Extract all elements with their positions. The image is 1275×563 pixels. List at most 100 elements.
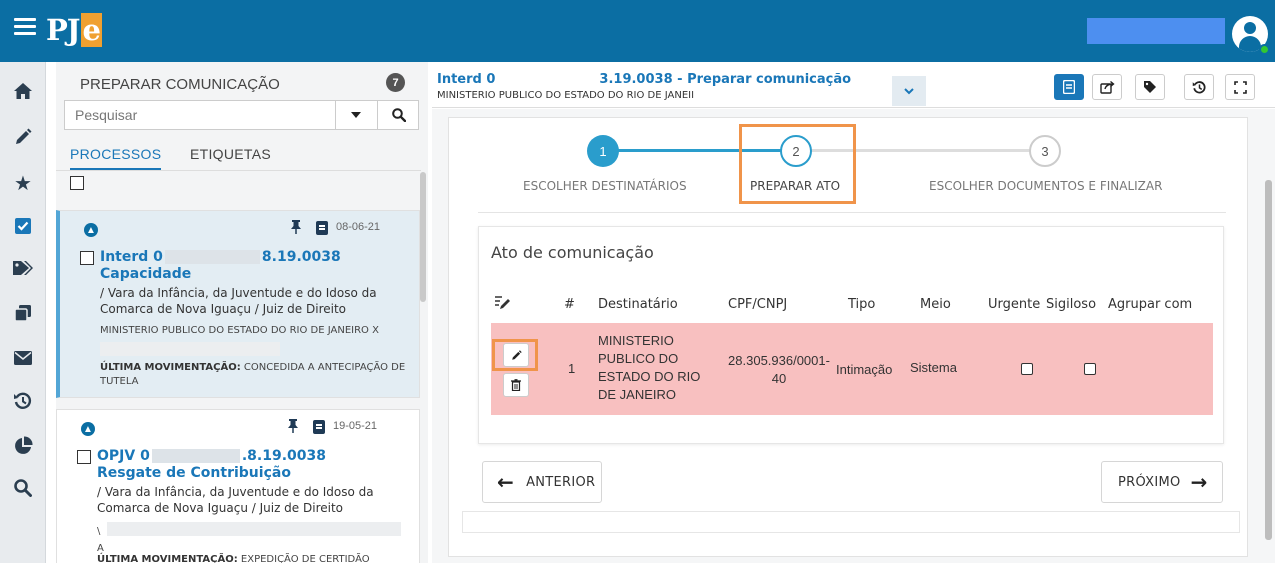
process-orgao: / Vara da Infância, da Juventude e do Id…	[97, 485, 374, 515]
process-header: Interd 0 3.19.0038 - Preparar comunicação…	[432, 62, 1275, 108]
pin-icon[interactable]	[287, 419, 299, 436]
process-number[interactable]: OPJV 0.8.19.0038	[97, 448, 326, 464]
tags-icon[interactable]	[12, 257, 34, 279]
pencil-icon[interactable]	[12, 126, 34, 148]
arrow-right-icon: →	[1190, 470, 1208, 494]
search-icon[interactable]	[12, 477, 34, 499]
col-tipo: Tipo	[848, 297, 876, 312]
row-tipo: Intimação	[836, 362, 893, 377]
search-bar	[64, 100, 419, 130]
chevron-down-icon	[904, 87, 914, 94]
process-class[interactable]: Resgate de Contribuição	[97, 465, 291, 481]
online-status-indicator	[1259, 44, 1270, 55]
card-date: 08-06-21	[336, 221, 381, 233]
process-number[interactable]: Interd 0 8.19.0038	[100, 249, 341, 265]
arrow-up-icon[interactable]: ▲	[84, 223, 98, 237]
tab-etiquetas[interactable]: ETIQUETAS	[190, 146, 271, 162]
col-sigiloso: Sigiloso	[1046, 297, 1097, 312]
process-list-panel: PREPARAR COMUNICAÇÃO 7 PROCESSOS ETIQUET…	[56, 62, 428, 563]
autos-button[interactable]	[1054, 74, 1084, 100]
search-filter-dropdown[interactable]	[335, 101, 375, 129]
document-icon[interactable]	[316, 221, 328, 235]
arrow-up-icon[interactable]: ▲	[81, 422, 95, 436]
hamburger-menu-icon[interactable]	[14, 18, 36, 36]
tag-icon	[1144, 81, 1156, 93]
redacted-line	[100, 342, 280, 356]
tag-button[interactable]	[1135, 74, 1165, 100]
process-card[interactable]: ▲ 19-05-21 OPJV 0.8.19.0038 Resgate de C…	[56, 409, 420, 563]
user-name-redacted[interactable]	[1087, 18, 1225, 44]
process-parties: MINISTERIO PUBLICO DO ESTADO DO RIO DE J…	[100, 325, 379, 336]
row-meio: Sistema	[910, 360, 957, 375]
document-icon	[1063, 80, 1075, 94]
panel-title: PREPARAR COMUNICAÇÃO	[80, 76, 280, 93]
history-icon[interactable]	[12, 390, 34, 412]
left-icon-rail: ★	[0, 62, 46, 563]
share-icon	[1099, 80, 1115, 94]
table-row: 1 MINISTERIO PUBLICO DO ESTADO DO RIO DE…	[491, 323, 1213, 415]
row-number: 1	[568, 361, 576, 376]
redacted-line	[107, 522, 401, 536]
fullscreen-button[interactable]	[1225, 74, 1255, 100]
checkbox-icon[interactable]	[12, 215, 34, 237]
history-button[interactable]	[1184, 74, 1214, 100]
process-orgao: / Vara da Infância, da Juventude e do Id…	[100, 286, 377, 316]
top-bar: PJ e	[0, 0, 1275, 62]
caret-down-icon	[350, 112, 361, 118]
copy-icon[interactable]	[12, 302, 34, 324]
process-title: Interd 0 3.19.0038 - Preparar comunicação	[437, 72, 852, 87]
process-class[interactable]: Capacidade	[100, 266, 191, 282]
tab-divider	[56, 170, 421, 171]
trash-icon	[511, 379, 521, 391]
last-movement: ÚLTIMA MOVIMENTAÇÃO: CONCEDIDA A ANTECIP…	[100, 362, 406, 387]
select-all-checkbox[interactable]	[70, 176, 84, 190]
row-cpf-cnpj: 28.305.936/0001- 40	[728, 353, 830, 386]
step-1-label: ESCOLHER DESTINATÁRIOS	[523, 179, 687, 193]
edit-button-highlight	[492, 339, 538, 371]
search-input[interactable]	[65, 101, 333, 129]
row-destinatario: MINISTERIO PUBLICO DO ESTADO DO RIO DE J…	[598, 333, 701, 402]
edit-column-icon	[494, 295, 512, 315]
ato-card: Ato de comunicação # Destinatário CPF/CN…	[478, 226, 1224, 444]
current-step-highlight	[739, 124, 856, 204]
col-agrupar: Agrupar com	[1108, 297, 1193, 312]
tab-processos[interactable]: PROCESSOS	[70, 146, 162, 170]
process-card[interactable]: ▲ 08-06-21 Interd 0 8.19.0038 Capacidade …	[56, 210, 420, 398]
search-button[interactable]	[377, 101, 419, 129]
process-details-toggle[interactable]	[892, 76, 926, 106]
count-badge: 7	[386, 73, 405, 92]
search-icon	[391, 108, 406, 122]
panel-footer	[462, 511, 1240, 533]
col-number: #	[564, 297, 575, 312]
sigiloso-checkbox[interactable]	[1084, 363, 1096, 375]
card-checkbox[interactable]	[77, 450, 91, 464]
next-button[interactable]: PRÓXIMO →	[1101, 461, 1223, 503]
step-3-circle[interactable]: 3	[1029, 135, 1061, 167]
process-subtitle: MINISTERIO PUBLICO DO ESTADO DO RIO DE J…	[437, 90, 695, 101]
star-icon[interactable]: ★	[12, 172, 34, 195]
delete-button[interactable]	[503, 373, 529, 397]
pin-icon[interactable]	[290, 220, 302, 237]
card-checkbox[interactable]	[80, 251, 94, 265]
col-meio: Meio	[920, 297, 951, 312]
col-destinatario: Destinatário	[598, 297, 678, 312]
last-movement: ÚLTIMA MOVIMENTAÇÃO: EXPEDIÇÃO DE CERTID…	[97, 554, 370, 563]
list-scrollbar[interactable]	[420, 172, 426, 302]
expand-icon	[1233, 80, 1247, 94]
step-1-circle[interactable]: 1	[587, 135, 619, 167]
home-icon[interactable]	[12, 80, 34, 102]
ato-title: Ato de comunicação	[491, 243, 654, 262]
previous-button[interactable]: ← ANTERIOR	[482, 461, 602, 503]
urgente-checkbox[interactable]	[1021, 363, 1033, 375]
col-urgente: Urgente	[988, 297, 1041, 312]
share-button[interactable]	[1092, 74, 1122, 100]
step-3-label: ESCOLHER DOCUMENTOS E FINALIZAR	[929, 179, 1163, 193]
main-scrollbar[interactable]	[1265, 180, 1272, 540]
arrow-left-icon: ←	[497, 470, 515, 494]
pje-logo[interactable]: PJ e	[46, 13, 102, 47]
pie-chart-icon[interactable]	[12, 435, 34, 457]
mail-icon[interactable]	[12, 347, 34, 369]
process-parties: \	[97, 526, 101, 537]
document-icon[interactable]	[313, 420, 325, 434]
card-date: 19-05-21	[333, 420, 378, 432]
